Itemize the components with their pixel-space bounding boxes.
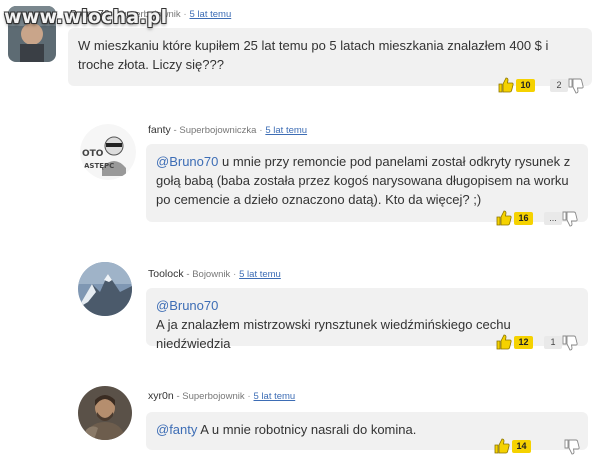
vote-bar: 16 ... — [496, 210, 592, 228]
upvote-count: 16 — [514, 212, 533, 225]
comment-time-link[interactable]: 5 lat temu — [190, 9, 232, 20]
upvote-count: 12 — [514, 336, 533, 349]
comment-toolock: Toolock - Bojownik · 5 lat temu @Bruno70… — [0, 258, 600, 358]
comment-time-link[interactable]: 5 lat temu — [239, 269, 281, 280]
downvote-count: 1 — [544, 336, 562, 349]
comment-meta: xyr0n - Superbojownik · 5 lat temu — [148, 390, 296, 402]
comment-meta: fanty - Superbojowniczka · 5 lat temu — [148, 124, 308, 136]
downvote-count: 2 — [550, 79, 568, 92]
author-rank: Superbojownik — [182, 391, 245, 402]
comment-author[interactable]: fanty — [148, 124, 171, 136]
thumb-up-icon[interactable] — [498, 77, 514, 93]
mention-link[interactable]: @fanty — [156, 422, 197, 437]
comment-text: u mnie przy remoncie pod panelami został… — [156, 154, 571, 207]
thumb-up-icon[interactable] — [494, 438, 510, 454]
comment-author[interactable]: Toolock — [148, 268, 184, 280]
upvote-count: 14 — [512, 440, 531, 453]
author-rank: Superbojowniczka — [179, 125, 257, 136]
toolock-avatar — [78, 262, 132, 316]
mention-link[interactable]: @Bruno70 — [156, 154, 218, 169]
comment-text: A u mnie robotnicy nasrali do komina. — [197, 422, 417, 437]
mention-link[interactable]: @Bruno70 — [156, 296, 578, 315]
upvote-count: 10 — [516, 79, 535, 92]
thumb-down-icon[interactable] — [564, 439, 580, 455]
thumb-down-icon[interactable] — [562, 335, 578, 351]
vote-bar: 10 2 — [498, 77, 594, 95]
thumb-up-icon[interactable] — [496, 334, 512, 350]
author-rank: Bojownik — [192, 269, 231, 280]
avatar[interactable] — [78, 262, 132, 316]
comment-time-link[interactable]: 5 lat temu — [265, 125, 307, 136]
vote-bar: 12 1 — [496, 334, 592, 352]
thumb-down-icon[interactable] — [562, 211, 578, 227]
site-watermark: www.wiocha.pl — [4, 6, 168, 28]
comment-fanty: OTO ASTĘPC fanty - Superbojowniczka · 5 … — [0, 110, 600, 235]
comment-author[interactable]: xyr0n — [148, 390, 174, 402]
comment-time-link[interactable]: 5 lat temu — [254, 391, 296, 402]
comment-meta: Toolock - Bojownik · 5 lat temu — [148, 268, 281, 280]
thumb-down-icon[interactable] — [568, 78, 584, 94]
vote-bar: 14 — [494, 438, 590, 456]
xyr0n-avatar — [78, 386, 132, 440]
svg-text:OTO: OTO — [82, 149, 104, 159]
fanty-avatar: OTO ASTĘPC — [80, 124, 136, 180]
avatar[interactable]: OTO ASTĘPC — [80, 124, 136, 180]
avatar[interactable] — [78, 386, 132, 440]
svg-text:ASTĘPC: ASTĘPC — [84, 162, 114, 170]
downvote-count: ... — [544, 212, 562, 225]
comment-text: W mieszkaniu które kupiłem 25 lat temu p… — [78, 38, 549, 72]
thumb-up-icon[interactable] — [496, 210, 512, 226]
comment-xyr0n: xyr0n - Superbojownik · 5 lat temu @fant… — [0, 380, 600, 467]
